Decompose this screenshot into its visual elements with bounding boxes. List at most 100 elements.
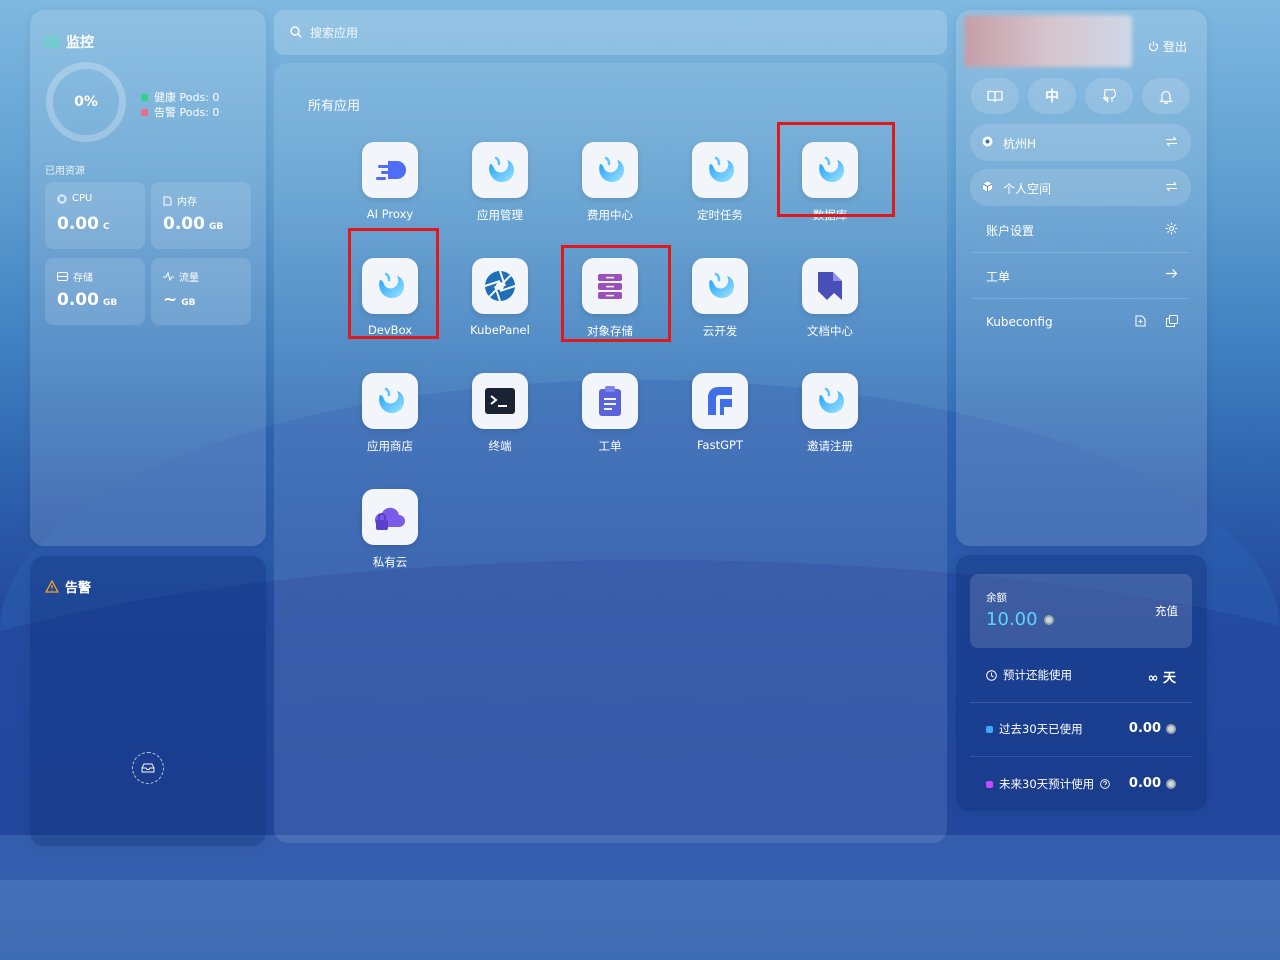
app-name: 终端 bbox=[488, 439, 512, 453]
copy-icon[interactable] bbox=[1166, 315, 1178, 327]
balance-card: 余额 10.00 充值 bbox=[970, 574, 1192, 648]
app-fastgpt[interactable]: FastGPT bbox=[670, 373, 770, 473]
past-value: 0.00 bbox=[1128, 721, 1161, 736]
app-应用商店[interactable]: 应用商店 bbox=[340, 373, 440, 473]
usable-value: ∞ 天 bbox=[1147, 671, 1176, 686]
app-工单[interactable]: 工单 bbox=[560, 373, 660, 473]
healthy-legend: 健康 Pods: 0 bbox=[141, 89, 219, 105]
app-name: 文档中心 bbox=[807, 324, 853, 338]
monitor-title: 监控 bbox=[45, 32, 94, 52]
workspace-label: 个人空间 bbox=[1003, 182, 1052, 196]
clock-icon bbox=[986, 669, 997, 681]
storage-label: 存储 bbox=[73, 273, 93, 284]
app-费用中心[interactable]: 费用中心 bbox=[560, 142, 660, 242]
download-icon[interactable] bbox=[1135, 315, 1146, 327]
account-settings-row[interactable]: 账户设置 bbox=[972, 206, 1190, 253]
region-label: 杭州H bbox=[1003, 137, 1037, 151]
traffic-value: ~ bbox=[163, 290, 178, 310]
balance-label: 余额 bbox=[986, 592, 1007, 604]
warning-icon bbox=[45, 580, 59, 593]
apps-panel: 所有应用 AI Proxy 应用管理 费用中心 定时任务 数据库 DevBox KubePa… bbox=[274, 63, 947, 843]
app-应用管理[interactable]: 应用管理 bbox=[450, 142, 550, 242]
language-button[interactable]: 中 bbox=[1028, 78, 1076, 114]
future-legend-dot bbox=[986, 780, 993, 788]
cube-icon bbox=[982, 181, 993, 192]
pods-ring: 0% bbox=[46, 62, 126, 142]
app-name: KubePanel bbox=[470, 323, 530, 337]
cloud-lock-icon bbox=[362, 489, 418, 545]
app-文档中心[interactable]: 文档中心 bbox=[780, 258, 880, 358]
coin-icon bbox=[1166, 723, 1176, 734]
storage-unit: GB bbox=[102, 298, 118, 308]
region-selector[interactable]: 杭州H bbox=[970, 124, 1191, 161]
app-终端[interactable]: 终端 bbox=[450, 373, 550, 473]
power-icon bbox=[1148, 41, 1159, 52]
github-button[interactable] bbox=[1085, 78, 1133, 114]
monitor-panel: 监控 0% 健康 Pods: 0 告警 Pods: 0 已用资源 CPU 0.0… bbox=[30, 10, 266, 546]
bell-icon bbox=[1159, 89, 1173, 104]
monitor-icon bbox=[45, 36, 60, 48]
language-label: 中 bbox=[1045, 89, 1059, 105]
book-icon bbox=[987, 90, 1003, 103]
search-input[interactable] bbox=[308, 22, 912, 44]
search-icon bbox=[290, 26, 302, 38]
alert-pods: 告警 Pods: 0 bbox=[154, 106, 220, 119]
highlight-box-object-storage bbox=[561, 245, 671, 342]
highlight-box-database bbox=[777, 122, 895, 217]
avatar[interactable] bbox=[964, 15, 1132, 67]
recharge-button[interactable]: 充值 bbox=[1155, 603, 1178, 619]
app-云开发[interactable]: 云开发 bbox=[670, 258, 770, 358]
notification-button[interactable] bbox=[1142, 78, 1190, 114]
aperture-icon bbox=[472, 258, 528, 314]
help-icon[interactable] bbox=[1100, 779, 1110, 789]
storage-value: 0.00 bbox=[57, 290, 99, 310]
app-name: 定时任务 bbox=[697, 208, 743, 222]
app-ai-proxy[interactable]: AI Proxy bbox=[340, 142, 440, 242]
healthy-pods: 健康 Pods: 0 bbox=[154, 91, 220, 104]
memory-icon bbox=[163, 196, 172, 206]
cpu-icon bbox=[57, 193, 67, 204]
logout-button[interactable]: 登出 bbox=[1148, 38, 1187, 55]
sealos-icon bbox=[802, 373, 858, 429]
alerts-panel: 告警 bbox=[30, 556, 266, 846]
arrow-right-icon bbox=[1165, 268, 1178, 279]
kubeconfig-label: Kubeconfig bbox=[986, 315, 1053, 329]
highlight-box-devbox bbox=[348, 228, 439, 339]
past-legend-dot bbox=[986, 725, 993, 733]
apps-title: 所有应用 bbox=[308, 99, 361, 114]
docs-button[interactable] bbox=[971, 78, 1019, 114]
app-name: 费用中心 bbox=[587, 208, 633, 222]
coin-icon bbox=[1043, 614, 1054, 625]
cpu-value: 0.00 bbox=[57, 214, 99, 234]
github-icon bbox=[1102, 88, 1117, 104]
used-resources-label: 已用资源 bbox=[45, 166, 85, 177]
ticket-row[interactable]: 工单 bbox=[972, 252, 1190, 299]
alert-legend: 告警 Pods: 0 bbox=[141, 104, 219, 120]
app-邀请注册[interactable]: 邀请注册 bbox=[780, 373, 880, 473]
app-定时任务[interactable]: 定时任务 bbox=[670, 142, 770, 242]
traffic-label: 流量 bbox=[179, 273, 199, 284]
future-label: 未来30天预计使用 bbox=[999, 777, 1095, 791]
usable-label: 预计还能使用 bbox=[1003, 668, 1072, 682]
cpu-label: CPU bbox=[72, 193, 93, 204]
app-私有云[interactable]: 私有云 bbox=[340, 489, 440, 589]
app-name: 邀请注册 bbox=[807, 439, 853, 453]
fastgpt-icon bbox=[692, 373, 748, 429]
memory-card: 内存 0.00 GB bbox=[151, 182, 251, 249]
search-bar[interactable] bbox=[274, 10, 947, 55]
kubeconfig-row: Kubeconfig bbox=[972, 299, 1190, 345]
app-name: AI Proxy bbox=[366, 207, 414, 221]
account-settings-label: 账户设置 bbox=[986, 224, 1035, 238]
alerts-title: 告警 bbox=[45, 577, 91, 596]
app-kubepanel[interactable]: KubePanel bbox=[450, 258, 550, 358]
usable-days-row: 预计还能使用 ∞ 天 bbox=[970, 648, 1192, 703]
workspace-selector[interactable]: 个人空间 bbox=[970, 169, 1191, 206]
app-name: 工单 bbox=[598, 439, 622, 453]
memory-value: 0.00 bbox=[163, 214, 205, 234]
balance-value: 10.00 bbox=[986, 609, 1038, 630]
cpu-card: CPU 0.00 C bbox=[45, 182, 145, 249]
app-name: 云开发 bbox=[702, 324, 738, 338]
balance-value-wrap: 10.00 bbox=[986, 609, 1054, 630]
alerts-title-text: 告警 bbox=[65, 581, 92, 596]
ai-proxy-icon bbox=[362, 142, 418, 198]
